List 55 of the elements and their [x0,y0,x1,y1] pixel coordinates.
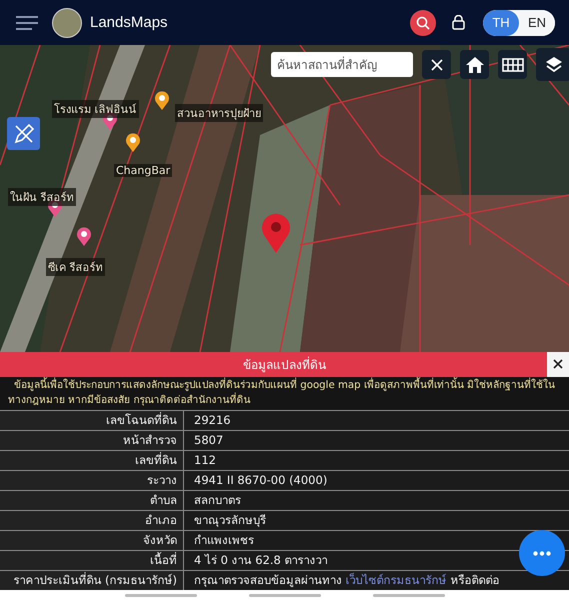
lock-icon[interactable] [452,15,465,30]
place-label[interactable]: ในฝัน รีสอร์ท [8,188,76,206]
home-icon [464,56,484,74]
search-icon [416,16,430,30]
menu-icon[interactable] [16,14,38,30]
close-icon [553,359,563,369]
layers-icon [544,56,562,74]
field-label: อำเภอ [0,511,184,530]
clear-search-button[interactable] [422,50,451,79]
field-value: 112 [193,452,216,469]
field-value: 5807 [193,432,224,449]
field-label: เลขโฉนดที่ดิน [0,411,184,430]
scroll-handle[interactable] [124,594,196,596]
field-label: จังหวัด [0,531,184,550]
layers-button[interactable] [536,48,569,81]
language-tab[interactable]: TH [483,10,519,36]
place-pin-icon[interactable] [125,132,141,152]
scroll-handle[interactable] [248,594,320,596]
place-label[interactable]: ChangBar [114,164,172,177]
notice-text: ทางกฎหมาย หากมีข้อสงสัย กรุณาติดต่อสำนักงานที่ดิน [8,393,569,408]
field-value: 29216 [193,412,231,429]
field-value: ขาณุวรลักษบุรี [193,512,266,529]
place-pin-icon[interactable] [76,226,92,246]
field-value: 4 ไร่ 0 งาน 62.8 ตารางวา [193,552,328,569]
notice-text: ข้อมูลนี้เพื่อใช้ประกอบการแสดงลักษณะรูปแปลงที่ดินร่วมกับแผนที่ google map เพื่อดูสภาพพื้นที่เท่านั้น มิใช่หลักฐานที่ใช้ใน [8,378,569,393]
place-label[interactable]: โรงแรม เลิฟอินน์ [52,100,138,118]
field-label: หน้าสำรวจ [0,431,184,450]
draw-tool-button[interactable] [7,117,40,150]
close-icon [430,58,442,70]
logo-icon [52,8,82,38]
scroll-handle[interactable] [372,594,444,596]
place-pin-icon[interactable] [154,90,170,110]
location-pin-icon [261,213,291,253]
place-label[interactable]: สวนอาหารปุยฝ้าย [175,104,263,122]
field-value: กรุณาตรวจสอบข้อมูลผ่านทาง เว็บไซต์กรมธนารักษ์ หรือติดต่อ [193,572,500,589]
place-search-field[interactable]: ค้นหาสถานที่สำคัญ [271,52,413,77]
pencil-ruler-icon [12,122,34,144]
website-link[interactable]: เว็บไซต์กรมธนารักษ์ [346,573,447,587]
field-value: 4941 II 8670-00 (4000) [193,472,328,489]
field-label: ระวาง [0,471,184,490]
search-button[interactable] [410,10,436,36]
home-button[interactable] [460,50,489,79]
grid-icon [502,58,524,72]
field-value: สลกบาตร [193,492,241,509]
more-icon [533,550,551,556]
field-label: เลขที่ดิน [0,451,184,470]
field-label: ราคาประเมินที่ดิน (กรมธนารักษ์) [0,571,184,590]
place-label[interactable]: ซีเค รีสอร์ท [46,258,104,276]
field-label: เนื้อที่ [0,551,184,570]
grid-button[interactable] [498,50,527,79]
field-value: กำแพงเพชร [193,532,254,549]
field-label: ตำบล [0,491,184,510]
app-title: LandsMaps [90,14,168,31]
close-button[interactable] [547,352,569,377]
panel-title: ข้อมูลแปลงที่ดิน [243,356,326,374]
